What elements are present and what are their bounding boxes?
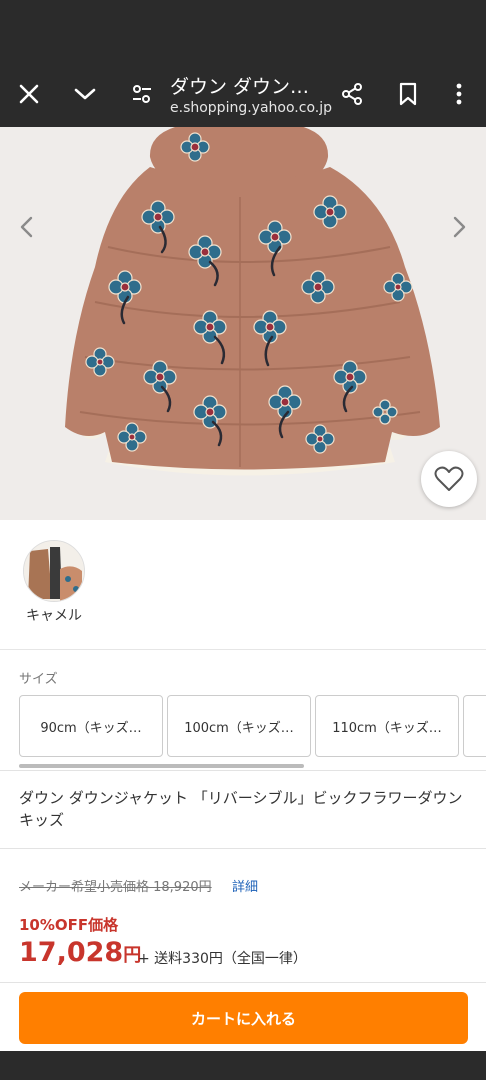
product-title: ダウン ダウンジャケット 「リバーシブル」ビックフラワーダウン キッズ [19,789,463,829]
original-price: メーカー希望小売価格 18,920円 [19,880,212,895]
size-option-next[interactable] [463,695,486,757]
color-swatch-camel[interactable] [23,540,85,602]
product-image-carousel[interactable] [0,127,486,520]
size-option-90[interactable]: 90cm（キッズ… [19,695,163,757]
page-url[interactable]: e.shopping.yahoo.co.jp [170,100,332,116]
page-settings-icon[interactable] [124,76,160,112]
carousel-prev-icon[interactable] [12,212,42,242]
color-options [0,520,486,650]
add-to-cart-button[interactable]: カートに入れる [19,992,468,1044]
chevron-down-icon[interactable] [67,76,103,112]
page-content: キャメル サイズ 90cm（キッズ… 100cm（キッズ… 110cm（キッズ…… [0,127,486,1051]
status-bar [0,0,486,60]
page-title[interactable]: ダウン ダウン… [170,72,309,99]
cart-bar: カートに入れる [0,982,486,1051]
more-menu-icon[interactable] [441,76,477,112]
size-option-100[interactable]: 100cm（キッズ… [167,695,311,757]
price-detail-link[interactable]: 詳細 [232,876,258,895]
color-swatch-label: キャメル [26,608,82,624]
size-option-110[interactable]: 110cm（キッズ… [315,695,459,757]
browser-toolbar: ダウン ダウン… e.shopping.yahoo.co.jp [0,60,486,127]
close-icon[interactable] [11,76,47,112]
divider [0,770,486,771]
carousel-next-icon[interactable] [444,212,474,242]
sale-price: 17,028円 [19,937,141,968]
shipping-fee: + 送料330円（全国一律） [138,951,307,967]
favorite-button[interactable] [421,451,477,507]
system-navigation-bar [0,1051,486,1080]
share-icon[interactable] [334,76,370,112]
discount-label: 10%OFF価格 [19,916,119,934]
size-scrollbar[interactable] [19,764,304,768]
bookmark-icon[interactable] [390,76,426,112]
sale-price-value: 17,028 [19,937,124,968]
size-section-label: サイズ [19,672,58,687]
product-image [0,127,486,520]
heart-icon [434,466,464,491]
divider [0,848,486,849]
